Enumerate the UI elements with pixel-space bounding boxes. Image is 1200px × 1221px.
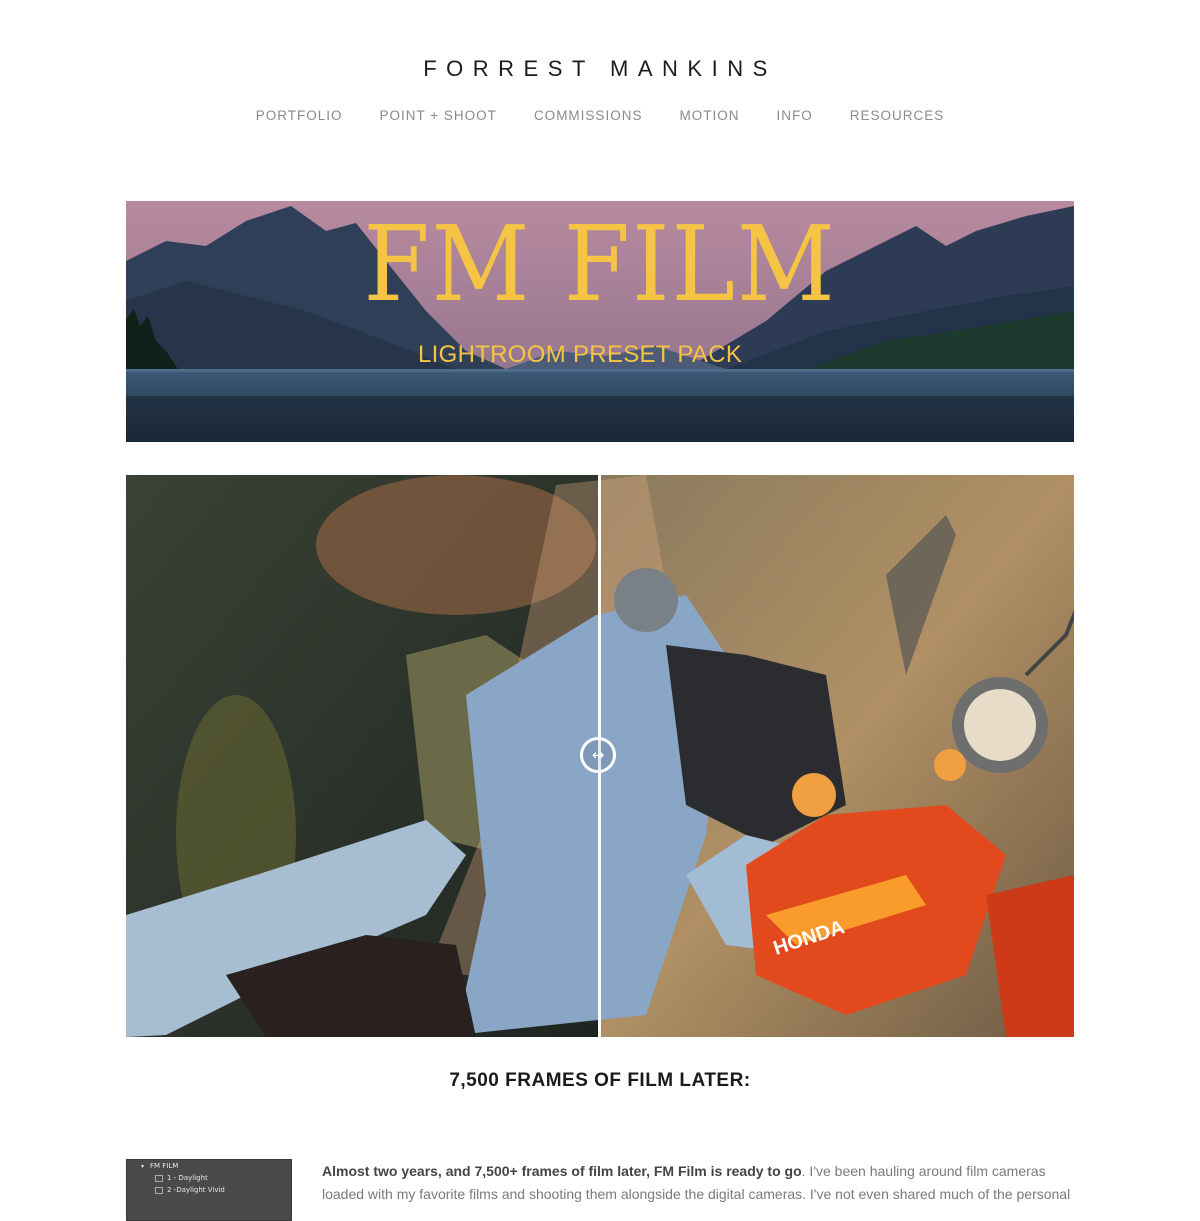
lr-preset-row: 2 -Daylight Vivid <box>155 1186 225 1194</box>
lr-preset-name: 1 - Daylight <box>167 1174 208 1182</box>
nav-item-resources[interactable]: RESOURCES <box>850 108 945 123</box>
preset-icon <box>155 1174 163 1182</box>
lr-preset-row: 1 - Daylight <box>155 1174 208 1182</box>
lr-folder-row: ▾ FM FILM <box>141 1162 178 1170</box>
banner-subtitle: LIGHTROOM PRESET PACK <box>418 341 743 368</box>
site-title[interactable]: FORREST MANKINS <box>0 56 1200 82</box>
nav-item-portfolio[interactable]: PORTFOLIO <box>256 108 343 123</box>
nav-item-commissions[interactable]: COMMISSIONS <box>534 108 643 123</box>
nav-item-point-shoot[interactable]: POINT + SHOOT <box>380 108 497 123</box>
section-heading: 7,500 FRAMES OF FILM LATER: <box>449 1070 751 1091</box>
before-after-comparison[interactable]: HONDA ↔ <box>126 475 1074 1037</box>
intro-paragraph: Almost two years, and 7,500+ frames of f… <box>322 1160 1074 1206</box>
main-nav: PORTFOLIO POINT + SHOOT COMMISSIONS MOTI… <box>0 108 1200 123</box>
triangle-down-icon: ▾ <box>141 1163 145 1170</box>
lr-preset-name: 2 -Daylight Vivid <box>167 1186 225 1194</box>
nav-item-motion[interactable]: MOTION <box>679 108 739 123</box>
preset-icon <box>155 1186 163 1194</box>
intro-lead: Almost two years, and 7,500+ frames of f… <box>322 1163 802 1179</box>
lr-folder-name: FM FILM <box>150 1162 179 1170</box>
banner-title: FM FILM <box>363 203 837 325</box>
left-right-arrows-icon[interactable]: ↔ <box>580 737 616 773</box>
preset-banner-image: FM FILM LIGHTROOM PRESET PACK <box>126 201 1074 442</box>
lightroom-presets-screenshot: ▾ FM FILM 1 - Daylight 2 -Daylight Vivid <box>126 1159 292 1221</box>
nav-item-info[interactable]: INFO <box>776 108 812 123</box>
